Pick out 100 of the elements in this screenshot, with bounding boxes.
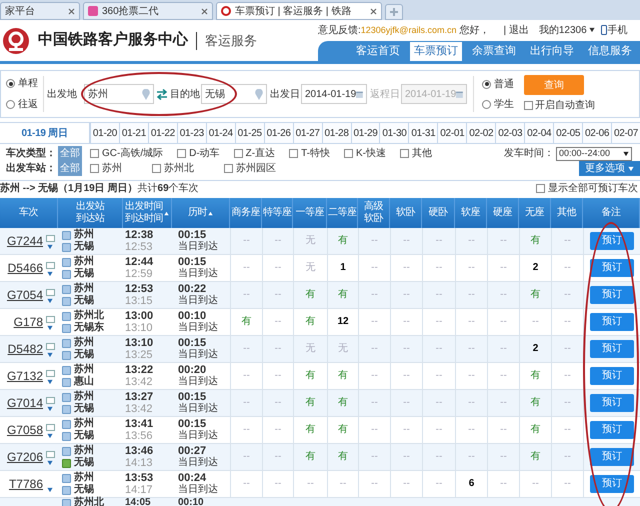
info-card-icon[interactable] <box>46 451 54 458</box>
nav-tab[interactable]: 信息服务 <box>584 42 636 61</box>
info-card-icon[interactable] <box>46 262 54 269</box>
checkbox[interactable] <box>152 164 161 173</box>
info-card-icon[interactable] <box>46 397 54 404</box>
caret-icon[interactable] <box>47 406 53 412</box>
date-tab[interactable]: 02-02 <box>466 122 496 143</box>
more-options-button[interactable]: 更多选项 <box>579 161 640 176</box>
new-tab-icon[interactable] <box>385 4 403 20</box>
caret-icon[interactable] <box>47 244 53 250</box>
mobile-link[interactable]: 手机 <box>608 22 628 38</box>
info-card-icon[interactable] <box>46 235 54 242</box>
checkbox[interactable] <box>400 149 410 158</box>
caret-icon[interactable] <box>47 460 53 466</box>
train-number-link[interactable]: D5466 <box>8 262 43 274</box>
book-button[interactable]: 预订 <box>590 367 634 385</box>
book-button[interactable]: 预订 <box>590 394 634 412</box>
train-number-link[interactable]: G7054 <box>6 289 43 301</box>
close-icon[interactable] <box>201 8 208 14</box>
train-number-link[interactable]: D5482 <box>8 343 43 355</box>
checkbox[interactable] <box>234 149 243 158</box>
seat-cell: -- <box>487 390 519 416</box>
info-card-icon[interactable] <box>46 370 54 377</box>
swap-icon[interactable] <box>156 88 168 100</box>
date-tab[interactable]: 02-07 <box>611 122 640 143</box>
seat-cell: 有 <box>293 417 327 443</box>
checkbox[interactable] <box>524 101 533 110</box>
depart-time-select[interactable]: 00:00--24:00 <box>556 146 632 160</box>
radio-button[interactable] <box>482 80 491 88</box>
date-tab[interactable]: 02-03 <box>495 122 524 143</box>
sort-icon[interactable] <box>164 210 169 216</box>
date-tab[interactable]: 01-31 <box>408 122 438 143</box>
date-tab[interactable]: 01-20 <box>90 122 119 143</box>
caret-icon[interactable] <box>47 487 53 493</box>
caret-icon[interactable] <box>47 433 53 439</box>
browser-tab[interactable]: 家平台 <box>0 2 80 20</box>
train-number-link[interactable]: G7058 <box>6 424 43 436</box>
close-icon[interactable] <box>370 8 377 14</box>
book-button[interactable]: 预订 <box>590 259 634 277</box>
date-tab[interactable]: 01-21 <box>118 122 148 143</box>
date-tab[interactable]: 01-30 <box>379 122 408 143</box>
sort-icon[interactable] <box>208 210 213 216</box>
radio-button[interactable] <box>6 79 15 88</box>
from-field[interactable]: 苏州 <box>84 84 154 104</box>
book-button[interactable]: 预订 <box>590 475 634 493</box>
info-card-icon[interactable] <box>46 424 54 431</box>
date-tab[interactable]: 01-26 <box>264 122 293 143</box>
book-button[interactable]: 预订 <box>590 232 634 250</box>
browser-tab[interactable]: 车票预订 | 客运服务 | 铁路 <box>216 2 382 20</box>
info-card-icon[interactable] <box>46 289 54 296</box>
caret-icon[interactable] <box>47 271 53 277</box>
close-icon[interactable] <box>68 8 75 14</box>
info-card-icon[interactable] <box>46 343 54 350</box>
date-tab[interactable]: 01-28 <box>322 122 351 143</box>
checkbox[interactable] <box>289 149 298 158</box>
train-number-link[interactable]: G7132 <box>6 370 43 382</box>
nav-tab[interactable]: 余票查询 <box>468 42 520 61</box>
date-tab[interactable]: 02-04 <box>524 122 554 143</box>
seat-cell: 有 <box>327 282 358 308</box>
date-tab[interactable]: 01-24 <box>206 122 235 143</box>
checkbox[interactable] <box>90 149 99 158</box>
checkbox[interactable] <box>224 164 233 173</box>
date-field[interactable]: 2014-01-19 <box>301 84 367 104</box>
book-button[interactable]: 预订 <box>590 421 634 439</box>
train-number-link[interactable]: G7244 <box>6 235 43 247</box>
caret-icon[interactable] <box>47 352 53 358</box>
checkbox[interactable] <box>344 149 354 158</box>
nav-tab[interactable]: 车票预订 <box>410 42 462 61</box>
my-account-menu[interactable]: 我的12306 <box>538 22 595 38</box>
train-number-link[interactable]: G7206 <box>6 451 43 463</box>
train-number-link[interactable]: G178 <box>14 316 43 328</box>
info-card-icon[interactable] <box>46 316 54 323</box>
radio-button[interactable] <box>482 100 491 108</box>
caret-icon[interactable] <box>47 298 53 304</box>
train-number-link[interactable]: G7014 <box>6 397 43 409</box>
caret-icon[interactable] <box>47 325 53 331</box>
date-tab[interactable]: 01-22 <box>148 122 177 143</box>
browser-tab[interactable]: 360抢票二代 <box>83 2 213 20</box>
logout-link[interactable]: | 退出 <box>503 22 529 38</box>
date-tab[interactable]: 01-23 <box>176 122 206 143</box>
nav-tab[interactable]: 出行向导 <box>526 42 578 61</box>
nav-tab[interactable]: 客运首页 <box>352 42 404 61</box>
date-tab[interactable]: 02-06 <box>582 122 612 143</box>
radio-button[interactable] <box>6 100 15 109</box>
to-field[interactable]: 无锡 <box>201 84 267 104</box>
caret-icon[interactable] <box>47 379 53 385</box>
train-number-link[interactable]: T7786 <box>8 478 43 490</box>
date-tab[interactable]: 01-25 <box>234 122 264 143</box>
date-tab[interactable]: 02-01 <box>437 122 466 143</box>
checkbox[interactable] <box>536 184 545 193</box>
book-button[interactable]: 预订 <box>590 448 634 466</box>
checkbox[interactable] <box>177 149 186 158</box>
date-tab[interactable]: 01-27 <box>292 122 322 143</box>
date-tab[interactable]: 02-05 <box>553 122 582 143</box>
date-tab[interactable]: 01-19 周日 <box>0 122 90 143</box>
book-button[interactable]: 预订 <box>590 286 634 304</box>
checkbox[interactable] <box>90 164 99 173</box>
date-tab[interactable]: 01-29 <box>350 122 380 143</box>
book-button[interactable]: 预订 <box>590 313 634 331</box>
book-button[interactable]: 预订 <box>590 340 634 358</box>
